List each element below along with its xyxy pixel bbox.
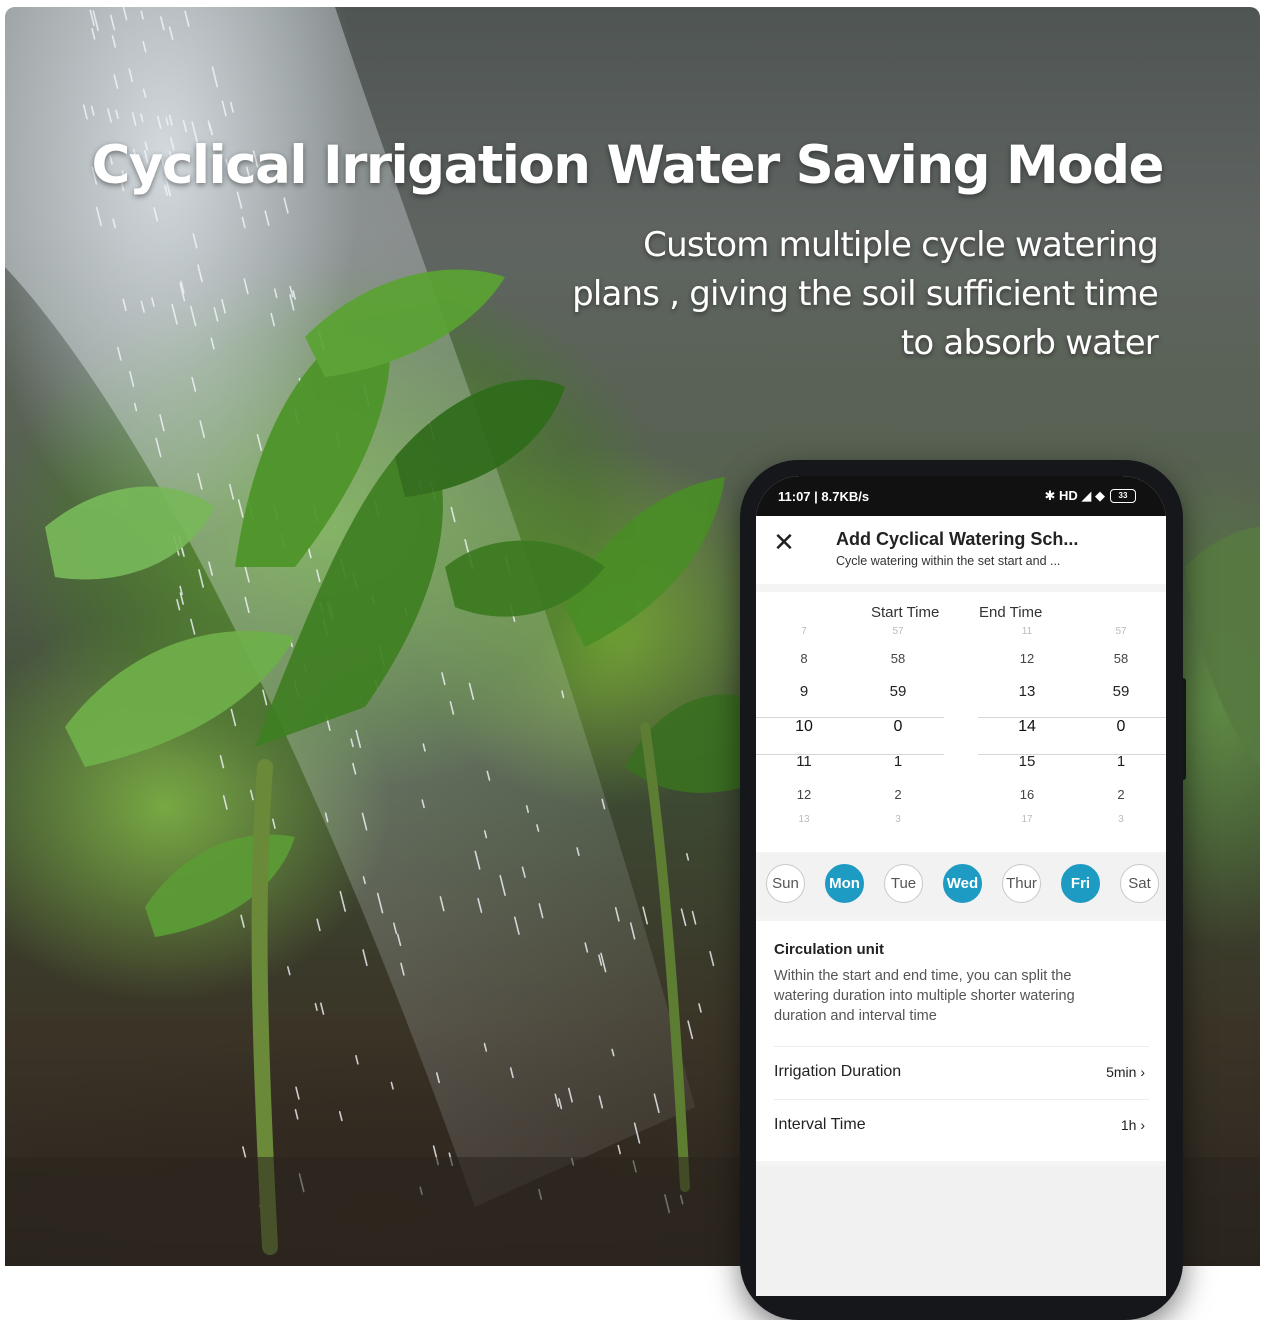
settings-panel: Circulation unit Within the start and en… <box>756 921 1166 1161</box>
irrigation-duration-label: Irrigation Duration <box>774 1063 902 1080</box>
picker-value[interactable]: 57 <box>858 626 938 637</box>
picker-value[interactable]: 15 <box>987 753 1067 770</box>
page-subtitle: Cycle watering within the set start and … <box>836 554 1061 568</box>
day-toggle-thur[interactable]: Thur <box>1002 864 1041 903</box>
status-bar: 11:07 | 8.7KB/s ✱ HD ◢ ◆ 33 <box>756 476 1166 516</box>
picker-value[interactable]: 17 <box>987 814 1067 825</box>
day-toggle-mon[interactable]: Mon <box>825 864 864 903</box>
circulation-unit-title: Circulation unit <box>774 941 884 958</box>
phone-screen: 11:07 | 8.7KB/s ✱ HD ◢ ◆ 33 ✕ Add Cyclic… <box>756 476 1166 1296</box>
picker-value[interactable]: 7 <box>764 626 844 637</box>
empty-area <box>756 1166 1166 1296</box>
signal-icons: ✱ HD ◢ ◆ <box>1044 488 1106 503</box>
picker-value[interactable]: 12 <box>987 651 1067 666</box>
picker-value[interactable]: 0 <box>858 718 938 736</box>
battery-icon: 33 <box>1110 489 1136 503</box>
interval-time-row[interactable]: Interval Time 1h › <box>774 1099 1149 1152</box>
day-toggle-sun[interactable]: Sun <box>766 864 805 903</box>
picker-value[interactable]: 12 <box>764 787 844 802</box>
interval-time-value: 1h › <box>1121 1117 1145 1133</box>
picker-value[interactable]: 59 <box>858 683 938 700</box>
day-toggle-fri[interactable]: Fri <box>1061 864 1100 903</box>
day-toggle-wed[interactable]: Wed <box>943 864 982 903</box>
picker-value[interactable]: 3 <box>858 814 938 825</box>
page-title: Add Cyclical Watering Sch... <box>836 529 1079 549</box>
day-toggle-tue[interactable]: Tue <box>884 864 923 903</box>
picker-value[interactable]: 2 <box>858 787 938 802</box>
picker-value[interactable]: 3 <box>1081 814 1161 825</box>
interval-time-text: 1h <box>1120 1117 1137 1133</box>
subheadline-line-3: to absorb water <box>900 323 1159 363</box>
time-picker[interactable]: Start Time End Time 7 8 9 10 11 12 13 57 58 59 0 1… <box>756 592 1166 852</box>
subheadline-line-2: plans , giving the soil sufficient time <box>572 274 1159 314</box>
irrigation-duration-value: 5min › <box>1106 1064 1145 1080</box>
picker-value[interactable]: 14 <box>987 718 1067 736</box>
app-header: ✕ Add Cyclical Watering Sch... Cycle wat… <box>756 516 1166 584</box>
picker-value[interactable]: 59 <box>1081 683 1161 700</box>
day-toggle-sat[interactable]: Sat <box>1120 864 1159 903</box>
end-time-label: End Time <box>979 604 1043 621</box>
irrigation-duration-text: 5min <box>1106 1064 1137 1080</box>
circulation-unit-description: Within the start and end time, you can s… <box>774 968 1075 1024</box>
picker-value[interactable]: 57 <box>1081 626 1161 637</box>
picker-value[interactable]: 9 <box>764 683 844 700</box>
picker-value[interactable]: 1 <box>858 753 938 770</box>
picker-value[interactable]: 11 <box>764 753 844 770</box>
chevron-right-icon: › <box>1140 1064 1145 1080</box>
status-time: 11:07 | 8.7KB/s <box>778 489 870 504</box>
smartphone: 11:07 | 8.7KB/s ✱ HD ◢ ◆ 33 ✕ Add Cyclic… <box>740 460 1183 1320</box>
picker-value[interactable]: 10 <box>764 718 844 736</box>
picker-value[interactable]: 8 <box>764 651 844 666</box>
picker-value[interactable]: 11 <box>987 626 1067 637</box>
close-icon[interactable]: ✕ <box>770 528 798 556</box>
picker-value[interactable]: 13 <box>764 814 844 825</box>
subheadline-line-1: Custom multiple cycle watering <box>643 225 1159 265</box>
subheadline: Custom multiple cycle watering plans , g… <box>518 221 1159 368</box>
chevron-right-icon: › <box>1140 1117 1145 1133</box>
start-time-label: Start Time <box>871 604 940 621</box>
irrigation-duration-row[interactable]: Irrigation Duration 5min › <box>774 1046 1149 1099</box>
picker-value[interactable]: 58 <box>858 651 938 666</box>
picker-value[interactable]: 1 <box>1081 753 1161 770</box>
picker-value[interactable]: 13 <box>987 683 1067 700</box>
picker-value[interactable]: 58 <box>1081 651 1161 666</box>
picker-value[interactable]: 0 <box>1081 718 1161 736</box>
headline: Cyclical Irrigation Water Saving Mode <box>91 135 1165 196</box>
picker-value[interactable]: 2 <box>1081 787 1161 802</box>
weekday-selector: Sun Mon Tue Wed Thur Fri Sat <box>756 854 1166 916</box>
status-icons: ✱ HD ◢ ◆ 33 <box>1044 488 1136 504</box>
picker-value[interactable]: 16 <box>987 787 1067 802</box>
interval-time-label: Interval Time <box>774 1116 866 1133</box>
